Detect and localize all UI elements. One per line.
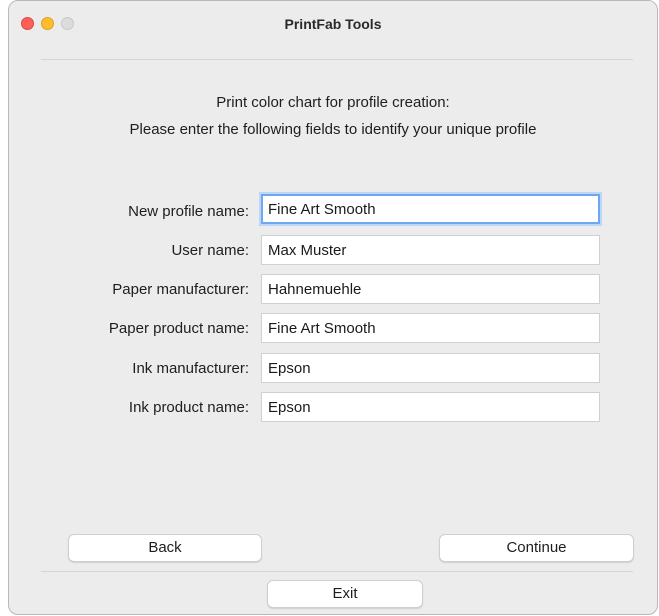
user-name-label: User name: (171, 242, 249, 259)
bottom-divider (41, 571, 633, 572)
app-window: PrintFab Tools Print color chart for pro… (8, 0, 658, 615)
ink-product-name-input[interactable] (261, 392, 600, 422)
paper-product-name-input[interactable] (261, 313, 600, 343)
paper-manufacturer-label: Paper manufacturer: (112, 281, 249, 298)
ink-manufacturer-input[interactable] (261, 353, 600, 383)
ink-product-name-label: Ink product name: (128, 399, 249, 416)
top-divider (41, 59, 633, 60)
continue-button[interactable]: Continue (439, 534, 634, 562)
paper-manufacturer-input[interactable] (261, 274, 600, 304)
profile-name-label: New profile name: (128, 203, 249, 220)
ink-manufacturer-label: Ink manufacturer: (132, 360, 249, 377)
profile-name-input[interactable] (261, 194, 600, 224)
intro-heading: Print color chart for profile creation: (216, 94, 450, 111)
intro-instructions: Please enter the following fields to ide… (129, 121, 537, 138)
back-button[interactable]: Back (68, 534, 262, 562)
user-name-input[interactable] (261, 235, 600, 265)
title-bar: PrintFab Tools (9, 1, 657, 47)
exit-button[interactable]: Exit (267, 580, 423, 608)
paper-product-name-label: Paper product name: (108, 320, 249, 337)
window-title: PrintFab Tools (284, 16, 382, 32)
